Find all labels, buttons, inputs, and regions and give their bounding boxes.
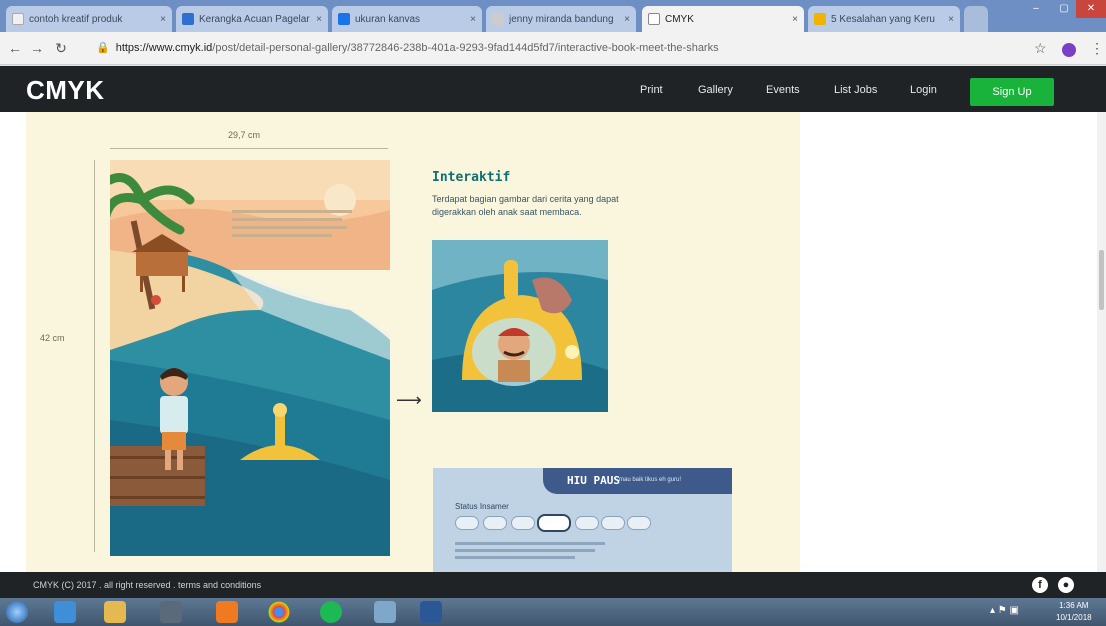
clock-time: 1:36 AM (1059, 601, 1089, 610)
arrow-right-icon: ⟶ (396, 390, 422, 410)
tab-label: CMYK (665, 13, 694, 25)
minimize-icon[interactable]: – (1022, 0, 1050, 18)
footer-copyright[interactable]: CMYK (C) 2017 . all right reserved . ter… (33, 580, 261, 590)
info-panel: HIU PAUS mau baik tikus eh guru! Status … (433, 468, 732, 572)
dimension-width-label: 29,7 cm (228, 130, 261, 140)
nav-gallery[interactable]: Gallery (698, 84, 733, 96)
bookmark-star-icon[interactable]: ☆ (1034, 40, 1047, 57)
facebook-icon[interactable]: f (1032, 577, 1048, 593)
cmyk-favicon-icon (648, 13, 660, 25)
site-header: CMYK Print Gallery Events List Jobs Logi… (0, 66, 1106, 112)
media-player-icon[interactable] (160, 601, 182, 623)
folder-icon[interactable] (104, 601, 126, 623)
status-pill (627, 516, 651, 530)
calendar-icon (182, 13, 194, 25)
panel-label: Status Insamer (455, 502, 509, 511)
nav-events[interactable]: Events (766, 84, 800, 96)
page-icon (814, 13, 826, 25)
status-pill (575, 516, 599, 530)
scrollbar-thumb[interactable] (1099, 250, 1104, 310)
spotify-icon[interactable] (320, 601, 342, 623)
tab-label: contoh kreatif produk (29, 13, 123, 25)
lock-icon: 🔒 (96, 42, 110, 54)
google-icon (338, 13, 350, 25)
status-pill-selected (537, 514, 571, 532)
feature-description: Terdapat bagian gambar dari cerita yang … (432, 194, 619, 217)
tray-icons[interactable]: ▴ ⚑ ▣ (990, 605, 1019, 616)
close-window-icon[interactable]: ✕ (1076, 0, 1106, 18)
nav-list-jobs[interactable]: List Jobs (834, 84, 877, 96)
status-pill (483, 516, 507, 530)
url-host: https://www.cmyk.id (115, 42, 213, 54)
status-pill (601, 516, 625, 530)
dimension-line (110, 148, 388, 149)
status-pill (455, 516, 479, 530)
tab-label: jenny miranda bandung (509, 13, 614, 25)
back-icon[interactable]: ← (6, 40, 24, 56)
firefox-icon[interactable] (216, 601, 238, 623)
page-icon (12, 13, 24, 25)
browser-tab[interactable]: jenny miranda bandung × (486, 6, 636, 32)
browser-tab-strip: contoh kreatif produk × Kerangka Acuan P… (0, 0, 1106, 32)
forward-icon[interactable]: → (28, 40, 46, 56)
tab-label: Kerangka Acuan Pagelar (199, 13, 310, 25)
ie-icon[interactable] (54, 601, 76, 623)
nav-print[interactable]: Print (640, 84, 663, 96)
close-icon[interactable]: × (792, 14, 798, 25)
nav-login[interactable]: Login (910, 84, 937, 96)
browser-tab[interactable]: Kerangka Acuan Pagelar × (176, 6, 328, 32)
browser-tab[interactable]: contoh kreatif produk × (6, 6, 172, 32)
site-logo[interactable]: CMYK (26, 75, 105, 106)
close-icon[interactable]: × (948, 14, 954, 25)
url-field[interactable]: 🔒 https://www.cmyk.id/post/detail-persona… (96, 41, 996, 54)
dribbble-icon[interactable]: ● (1058, 577, 1074, 593)
start-button[interactable] (6, 601, 28, 623)
reload-icon[interactable]: ↻ (52, 40, 70, 57)
browser-tab[interactable]: ukuran kanvas × (332, 6, 482, 32)
tab-label: 5 Kesalahan yang Keru (831, 13, 935, 25)
maximize-icon[interactable]: ▢ (1050, 0, 1078, 18)
close-icon[interactable]: × (470, 14, 476, 25)
browser-tab-active[interactable]: CMYK × (642, 6, 804, 32)
menu-icon[interactable]: ⋮ (1090, 40, 1104, 57)
panel-title: HIU PAUS (567, 474, 620, 487)
dimension-height-label: 42 cm (40, 333, 65, 343)
close-icon[interactable]: × (624, 14, 630, 25)
word-icon[interactable] (420, 601, 442, 623)
file-manager-icon[interactable] (374, 601, 396, 623)
sign-up-button[interactable]: Sign Up (970, 78, 1054, 106)
clock[interactable]: 1:36 AM 10/1/2018 (1056, 600, 1092, 624)
scrollbar[interactable] (1097, 112, 1106, 572)
panel-subtitle: mau baik tikus eh guru! (619, 477, 682, 483)
beach-illustration (110, 160, 390, 556)
site-footer: CMYK (C) 2017 . all right reserved . ter… (0, 572, 1106, 598)
close-icon[interactable]: × (160, 14, 166, 25)
status-pill (511, 516, 535, 530)
taskbar: ▴ ⚑ ▣ 1:36 AM 10/1/2018 (0, 598, 1106, 626)
dimension-line (94, 160, 95, 552)
browser-tab[interactable]: 5 Kesalahan yang Keru × (808, 6, 960, 32)
close-icon[interactable]: × (316, 14, 322, 25)
feature-title: Interaktif (432, 170, 511, 185)
chrome-icon[interactable] (268, 601, 290, 623)
page-icon (492, 13, 504, 25)
extension-icon[interactable] (1062, 43, 1076, 57)
panel-text (455, 542, 615, 563)
interactive-photo (432, 240, 608, 412)
tab-label: ukuran kanvas (355, 13, 421, 25)
url-path: /post/detail-personal-gallery/38772846-2… (212, 42, 719, 54)
new-tab-button[interactable] (964, 6, 988, 32)
clock-date: 10/1/2018 (1056, 613, 1092, 622)
address-bar: ← → ↻ 🔒 https://www.cmyk.id/post/detail-p… (0, 32, 1106, 65)
